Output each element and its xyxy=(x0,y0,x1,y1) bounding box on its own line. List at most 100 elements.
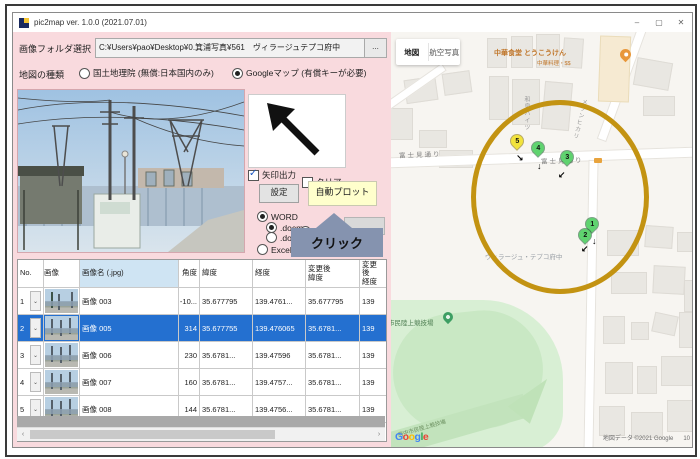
highlight-circle xyxy=(471,100,649,294)
map-building xyxy=(489,76,509,120)
cell-lat: 35.677755 xyxy=(200,315,253,341)
radio-excel[interactable]: Excel xyxy=(257,244,292,255)
map-building xyxy=(631,322,649,340)
map-building xyxy=(442,70,473,96)
cell-lat: 35.6781... xyxy=(200,342,253,368)
app-window: pic2map ver. 1.0.0 (2021.07.01) – ▢ ✕ 画像… xyxy=(12,12,693,448)
map-building xyxy=(667,400,692,432)
browse-button[interactable]: ... xyxy=(364,38,387,58)
horizontal-scrollbar[interactable]: ‹ › xyxy=(17,427,385,441)
cell-name: 画像 005 xyxy=(80,315,179,341)
cell-angle: 314 xyxy=(179,315,200,341)
direction-arrow-icon: ↙ xyxy=(558,171,566,180)
title-bar: pic2map ver. 1.0.0 (2021.07.01) – ▢ ✕ xyxy=(13,13,692,33)
cell-lat: 35.677795 xyxy=(200,288,253,314)
click-callout-arrow xyxy=(316,213,352,228)
stadium-label: 市民陸上競技場 xyxy=(391,317,434,327)
restaurant-label[interactable]: 中華食堂 とうこうけん xyxy=(494,48,566,58)
map-building xyxy=(652,265,685,295)
app-icon xyxy=(19,18,29,28)
cell-adj-lng: 139 xyxy=(360,288,386,314)
map-canvas[interactable]: 中華食堂 とうこうけん 中華料理・$$ 富士見通り 富士見通り 和泉ハイツ メゾ… xyxy=(391,32,692,447)
folder-path-field[interactable]: C:¥Users¥pao¥Desktop¥0.箕浦写真¥561 ヴィラージュテプ… xyxy=(95,38,368,58)
chevron-down-icon[interactable]: ⌄ xyxy=(30,372,41,392)
cell-adj-lat: 35.677795 xyxy=(306,288,360,314)
image-table[interactable]: No. 画像 画像名 (.jpg) 角度 緯度 経度 変更後 緯度 変更後 経度… xyxy=(17,259,387,442)
google-logo[interactable]: Google xyxy=(395,431,428,443)
cell-name: 画像 007 xyxy=(80,369,179,395)
header-adj-lng: 変更後 経度 xyxy=(360,260,386,287)
tab-map[interactable]: 地図 xyxy=(396,39,428,65)
scroll-right-icon[interactable]: › xyxy=(373,428,385,441)
table-row[interactable]: 1⌄ 画像 003 -10... 35.677795 139.4761... 3… xyxy=(18,288,387,315)
map-building xyxy=(419,130,447,148)
map-tabs: 地図 航空写真 xyxy=(396,39,460,65)
screenshot-frame: pic2map ver. 1.0.0 (2021.07.01) – ▢ ✕ 画像… xyxy=(0,0,700,459)
direction-arrow-box xyxy=(248,94,346,168)
map-building xyxy=(633,57,673,91)
header-adj-lat: 変更後 緯度 xyxy=(306,260,360,287)
cell-adj-lng: 139 xyxy=(360,369,386,395)
table-header-row: No. 画像 画像名 (.jpg) 角度 緯度 経度 変更後 緯度 変更後 経度 xyxy=(18,260,387,288)
radio-google-map[interactable]: Googleマップ (有償キーが必要) xyxy=(232,67,366,79)
photo-preview xyxy=(17,89,245,253)
arrow-output-checkbox[interactable]: 矢印出力 xyxy=(248,169,296,181)
settings-button[interactable]: 設定 xyxy=(259,184,299,203)
cell-lng: 139.47596 xyxy=(253,342,306,368)
header-no: No. xyxy=(18,260,44,287)
click-callout: クリック xyxy=(291,228,383,257)
radio-gsi-map[interactable]: 国土地理院 (無償:日本国内のみ) xyxy=(79,67,214,79)
close-icon[interactable]: ✕ xyxy=(670,13,692,32)
radio-icon xyxy=(257,211,268,222)
map-building xyxy=(605,362,633,394)
cell-angle: -10... xyxy=(179,288,200,314)
chevron-down-icon[interactable]: ⌄ xyxy=(30,345,41,365)
auto-plot-button[interactable]: 自動プロット xyxy=(308,181,377,206)
tab-satellite[interactable]: 航空写真 xyxy=(429,39,461,65)
chevron-down-icon[interactable]: ⌄ xyxy=(30,291,41,311)
restaurant-subtitle: 中華料理・$$ xyxy=(537,59,571,67)
map-building xyxy=(661,356,692,386)
table-row[interactable]: 4⌄ 画像 007 160 35.6781... 139.4757... 35.… xyxy=(18,369,387,396)
scrollbar-thumb[interactable] xyxy=(30,430,275,439)
cell-name: 画像 003 xyxy=(80,288,179,314)
cell-lat: 35.6781... xyxy=(200,369,253,395)
radio-word[interactable]: WORD xyxy=(257,211,298,222)
table-row-selected[interactable]: 2⌄ 画像 005 314 35.677755 139.476065 35.67… xyxy=(18,315,387,342)
direction-arrow-icon: ↓ xyxy=(592,237,597,246)
cell-angle: 230 xyxy=(179,342,200,368)
minimize-icon[interactable]: – xyxy=(626,13,648,32)
window-title: pic2map ver. 1.0.0 (2021.07.01) xyxy=(34,18,147,27)
header-name: 画像名 (.jpg) xyxy=(80,260,179,287)
map-building xyxy=(643,96,675,116)
cell-adj-lat: 35.6781... xyxy=(306,369,360,395)
cell-adj-lng: 139 xyxy=(360,342,386,368)
row-thumbnail xyxy=(45,289,78,313)
window-controls: – ▢ ✕ xyxy=(626,13,692,32)
row-number: 3 xyxy=(20,351,24,360)
table-filler xyxy=(17,416,385,427)
map-building xyxy=(644,225,673,249)
radio-icon xyxy=(79,68,90,79)
header-lat: 緯度 xyxy=(200,260,253,287)
map-building xyxy=(603,316,625,344)
direction-arrow-icon: ↙ xyxy=(581,245,589,254)
checkbox-icon xyxy=(248,170,259,181)
row-thumbnail xyxy=(45,316,78,340)
map-building xyxy=(637,366,657,394)
folder-select-label: 画像フォルダ選択 xyxy=(19,42,91,55)
map-building xyxy=(679,312,692,348)
map-building xyxy=(651,312,679,337)
chevron-down-icon[interactable]: ⌄ xyxy=(30,318,41,338)
scroll-left-icon[interactable]: ‹ xyxy=(17,428,29,441)
substation-photo xyxy=(18,90,244,252)
cell-adj-lng: 139 xyxy=(360,315,386,341)
scale-number: 10 xyxy=(683,436,690,442)
table-row[interactable]: 3⌄ 画像 006 230 35.6781... 139.47596 35.67… xyxy=(18,342,387,369)
header-angle: 角度 xyxy=(179,260,200,287)
northwest-arrow-icon xyxy=(249,95,345,167)
maximize-icon[interactable]: ▢ xyxy=(648,13,670,32)
header-image: 画像 xyxy=(44,260,80,287)
road-diagonal xyxy=(391,63,447,114)
map-building xyxy=(391,108,413,140)
